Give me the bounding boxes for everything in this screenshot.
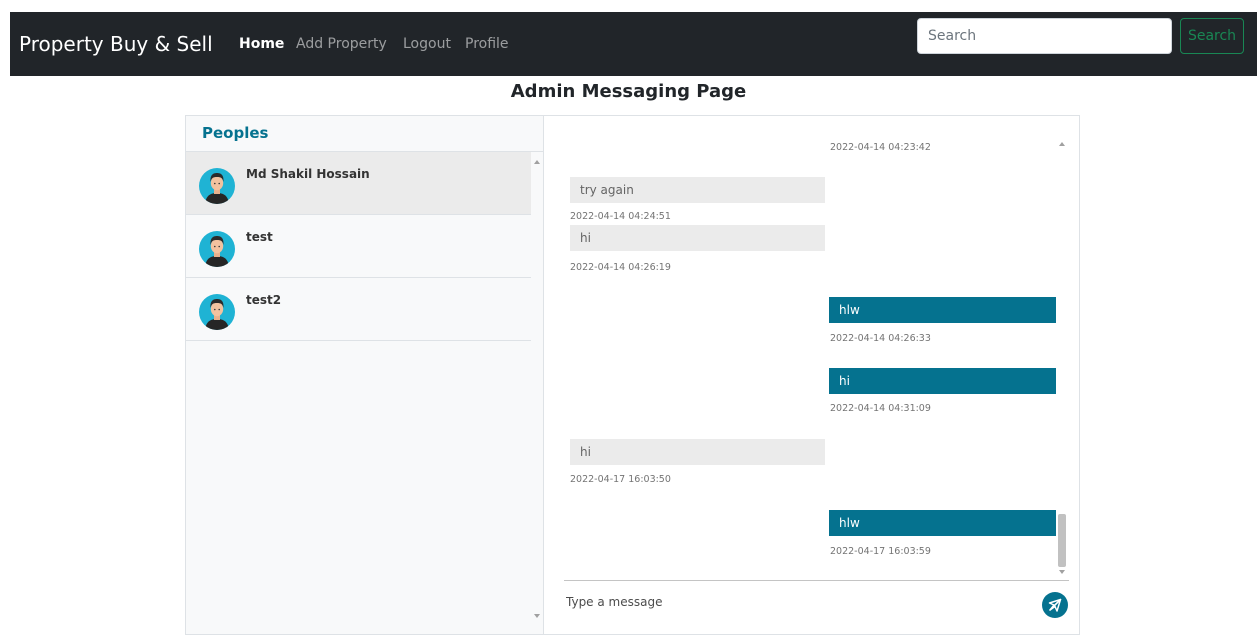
- user-avatar-icon: [199, 231, 235, 267]
- scroll-down-arrow-icon[interactable]: [1059, 570, 1065, 574]
- message-timestamp: 2022-04-14 04:26:19: [570, 262, 671, 273]
- people-title: Peoples: [202, 124, 269, 142]
- scroll-up-arrow-icon[interactable]: [1059, 142, 1065, 146]
- chat-panel: 2022-04-14 04:23:42 try again 2022-04-14…: [544, 116, 1079, 634]
- scroll-down-arrow-icon[interactable]: [534, 614, 540, 618]
- paper-plane-icon: [1048, 598, 1062, 612]
- incoming-message: hi: [570, 439, 825, 465]
- outgoing-message: hi: [829, 368, 1056, 394]
- navbar: Property Buy & Sell Home Add Property Lo…: [10, 12, 1257, 76]
- nav-link-add-property[interactable]: Add Property: [296, 34, 387, 54]
- search-input[interactable]: [917, 18, 1172, 54]
- person-item[interactable]: test2: [186, 278, 531, 341]
- person-name: test: [246, 230, 273, 244]
- chat-scrollbar[interactable]: [1056, 138, 1068, 578]
- people-panel: Peoples Md Shakil Hossain test test2: [186, 116, 544, 634]
- chat-history: 2022-04-14 04:23:42 try again 2022-04-14…: [544, 138, 1064, 578]
- message-timestamp: 2022-04-17 16:03:59: [830, 546, 931, 557]
- message-timestamp: 2022-04-14 04:24:51: [570, 211, 671, 222]
- message-timestamp: 2022-04-14 04:26:33: [830, 333, 931, 344]
- person-item[interactable]: Md Shakil Hossain: [186, 152, 531, 215]
- people-header: Peoples: [186, 116, 543, 152]
- compose-bar: [564, 580, 1069, 634]
- outgoing-message: hlw: [829, 297, 1056, 323]
- incoming-message: hi: [570, 225, 825, 251]
- message-input[interactable]: [564, 589, 1008, 615]
- person-item[interactable]: test: [186, 215, 531, 278]
- people-list: Md Shakil Hossain test test2: [186, 152, 531, 341]
- incoming-message: try again: [570, 177, 825, 203]
- user-avatar-icon: [199, 168, 235, 204]
- nav-link-logout[interactable]: Logout: [403, 34, 451, 54]
- message-timestamp: 2022-04-17 16:03:50: [570, 474, 671, 485]
- people-scrollbar[interactable]: [531, 152, 543, 634]
- page-title: Admin Messaging Page: [510, 81, 747, 102]
- messaging-container: Peoples Md Shakil Hossain test test2 202…: [185, 115, 1080, 635]
- chat-scrollbar-thumb[interactable]: [1058, 514, 1066, 567]
- person-name: test2: [246, 293, 282, 307]
- nav-link-profile[interactable]: Profile: [465, 34, 509, 54]
- user-avatar-icon: [199, 294, 235, 330]
- outgoing-message: hlw: [829, 510, 1056, 536]
- scroll-up-arrow-icon[interactable]: [534, 160, 540, 164]
- search-button[interactable]: Search: [1180, 18, 1244, 54]
- brand-title[interactable]: Property Buy & Sell: [19, 32, 213, 56]
- send-button[interactable]: [1042, 592, 1068, 618]
- message-timestamp: 2022-04-14 04:23:42: [830, 142, 931, 153]
- nav-link-home[interactable]: Home: [239, 34, 284, 54]
- message-timestamp: 2022-04-14 04:31:09: [830, 403, 931, 414]
- person-name: Md Shakil Hossain: [246, 167, 370, 181]
